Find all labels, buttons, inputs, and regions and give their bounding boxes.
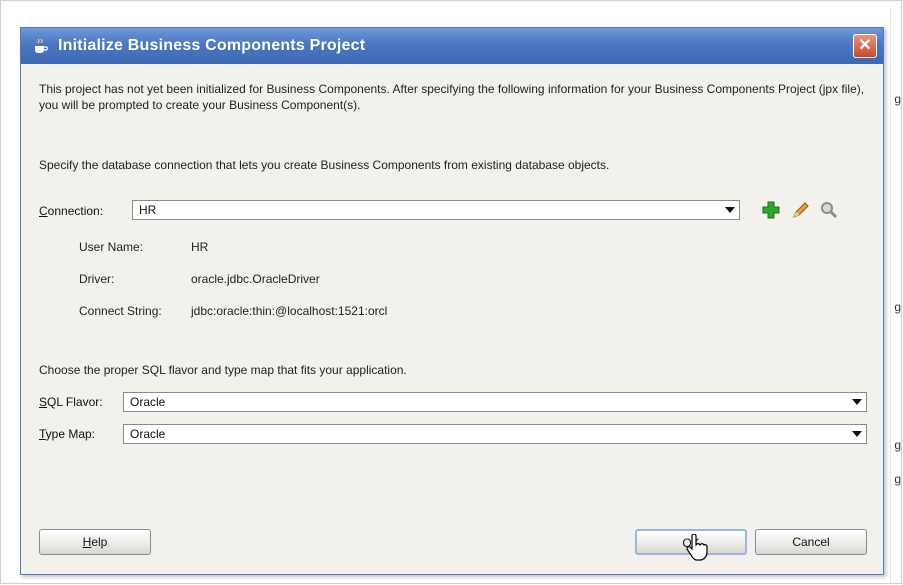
background-divider <box>890 8 891 584</box>
close-icon: ✕ <box>858 37 872 54</box>
user-name-value: HR <box>191 240 209 254</box>
connect-string-value: jdbc:oracle:thin:@localhost:1521:orcl <box>191 304 388 318</box>
initialize-bc-project-dialog: Initialize Business Components Project ✕… <box>20 27 884 575</box>
type-map-label: Type Map: <box>39 427 96 441</box>
connection-label: Connection: <box>39 204 104 218</box>
flavor-instruction: Choose the proper SQL flavor and type ma… <box>39 363 407 377</box>
green-plus-icon[interactable] <box>761 200 781 220</box>
hand-cursor-icon <box>686 534 708 561</box>
background-text-fragment: g <box>894 300 901 314</box>
chevron-down-icon <box>852 431 862 437</box>
user-name-label: User Name: <box>79 240 144 254</box>
pencil-icon[interactable] <box>791 200 811 220</box>
background-text-fragment: g <box>894 92 901 106</box>
dialog-titlebar[interactable]: Initialize Business Components Project ✕ <box>21 28 883 64</box>
help-button[interactable]: Help <box>39 529 151 555</box>
sql-flavor-label: SQL Flavor: <box>39 395 103 409</box>
background-text-fragment: g <box>894 472 901 486</box>
intro-text: This project has not yet been initialize… <box>39 82 865 112</box>
connection-dropdown[interactable]: HR <box>132 200 740 220</box>
background-text-fragment: g <box>894 438 901 452</box>
cancel-button[interactable]: Cancel <box>755 529 867 555</box>
close-button[interactable]: ✕ <box>853 34 877 58</box>
magnifier-icon[interactable] <box>819 200 839 220</box>
driver-label: Driver: <box>79 272 115 286</box>
connection-instruction: Specify the database connection that let… <box>39 158 610 172</box>
sql-flavor-value: Oracle <box>130 395 166 409</box>
driver-value: oracle.jdbc.OracleDriver <box>191 272 320 286</box>
chevron-down-icon <box>852 399 862 405</box>
coffee-cup-icon <box>35 38 49 53</box>
chevron-down-icon <box>725 207 735 213</box>
type-map-value: Oracle <box>130 427 166 441</box>
dialog-title: Initialize Business Components Project <box>58 37 366 54</box>
connect-string-label: Connect String: <box>79 304 162 318</box>
connection-value: HR <box>139 203 157 217</box>
sql-flavor-dropdown[interactable]: Oracle <box>123 392 867 412</box>
type-map-dropdown[interactable]: Oracle <box>123 424 867 444</box>
